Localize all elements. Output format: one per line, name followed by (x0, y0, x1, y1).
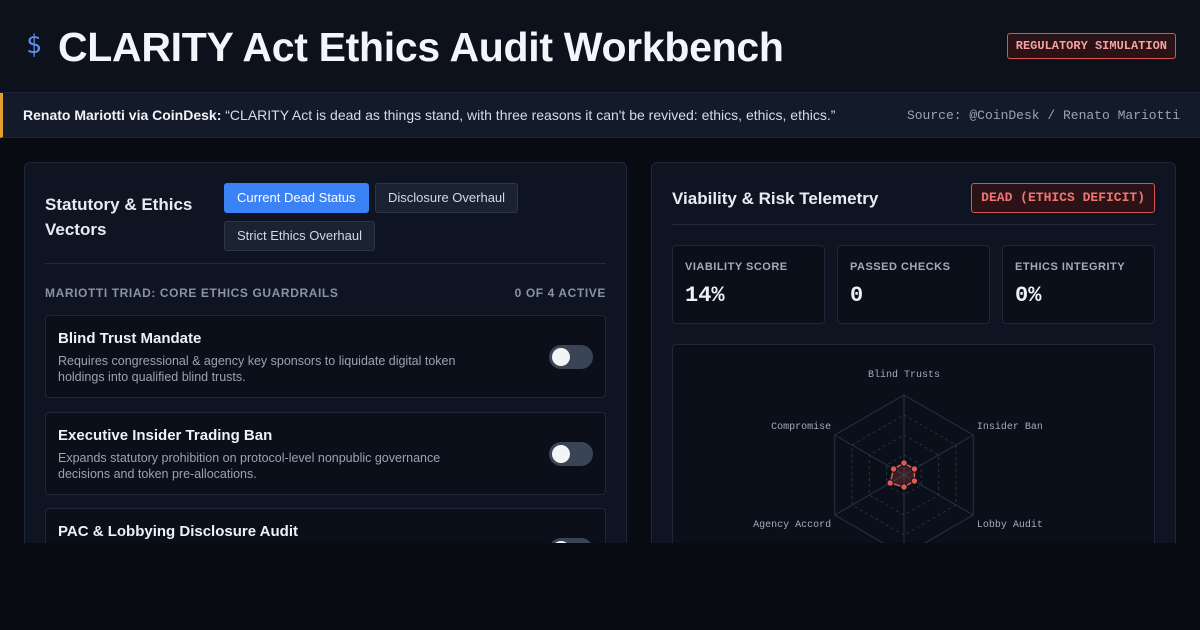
quote-banner: Renato Mariotti via CoinDesk: “CLARITY A… (0, 93, 1200, 138)
quote-source: Source: @CoinDesk / Renato Mariotti (906, 108, 1180, 123)
simulation-badge: REGULATORY SIMULATION (1006, 33, 1176, 59)
metric-value: 14% (685, 283, 725, 308)
metric-viability-score: VIABILITY SCORE 14% (672, 245, 825, 324)
panel-title: Viability & Risk Telemetry (672, 189, 879, 208)
preset-disclosure-overhaul-button[interactable]: Disclosure Overhaul (375, 183, 519, 213)
radar-axis-label: Blind Trusts (868, 369, 940, 381)
guardrail-title: Executive Insider Trading Ban (58, 427, 273, 444)
radar-chart: Blind TrustsInsider BanLobby AuditRecusa… (672, 344, 1155, 564)
status-badge: DEAD (ETHICS DEFICIT) (971, 183, 1155, 213)
dollar-icon: $ (26, 30, 42, 60)
radar-data-point (910, 477, 919, 485)
radar-data-point (900, 459, 908, 467)
metric-ethics-integrity: ETHICS INTEGRITY 0% (1002, 245, 1155, 324)
preset-current-dead-status-button[interactable]: Current Dead Status (224, 183, 369, 213)
panel-title: Statutory & Ethics Vectors (45, 195, 193, 239)
radar-axis-label: Lobby Audit (977, 519, 1043, 531)
radar-data-point (889, 465, 898, 473)
telemetry-panel: Viability & Risk Telemetry DEAD (ETHICS … (651, 162, 1176, 564)
radar-axis-label: Compromise (771, 421, 831, 433)
radar-axis-label: Insider Ban (977, 421, 1043, 433)
insider-trading-ban-toggle[interactable] (549, 442, 593, 466)
radar-data-point (886, 479, 894, 487)
active-count: 0 OF 4 ACTIVE (514, 286, 606, 300)
radar-axis-label: Agency Accord (753, 519, 831, 531)
toggle-knob (552, 348, 570, 366)
divider (45, 263, 606, 264)
radar-svg: Blind TrustsInsider BanLobby AuditRecusa… (753, 369, 1043, 556)
ethics-vectors-panel: Statutory & Ethics Vectors Current Dead … (24, 162, 627, 591)
divider (672, 224, 1155, 225)
quote-author: Renato Mariotti via CoinDesk: (23, 107, 222, 123)
blind-trust-toggle[interactable] (549, 345, 593, 369)
radar-data-point (910, 465, 919, 473)
metric-label: ETHICS INTEGRITY (1015, 261, 1126, 273)
guardrail-description: Requires congressional & agency key spon… (58, 354, 456, 384)
metric-label: PASSED CHECKS (850, 261, 951, 273)
guardrail-title: Blind Trust Mandate (58, 330, 202, 347)
app-root: $ CLARITY Act Ethics Audit Workbench REG… (0, 0, 1200, 630)
quote-body: “CLARITY Act is dead as things stand, wi… (225, 107, 836, 123)
preset-strict-ethics-overhaul-button[interactable]: Strict Ethics Overhaul (224, 221, 375, 251)
metric-passed-checks: PASSED CHECKS 0 (837, 245, 990, 324)
metric-label: VIABILITY SCORE (685, 261, 788, 273)
guardrail-description: Expands statutory prohibition on protoco… (58, 451, 441, 481)
app-header: $ CLARITY Act Ethics Audit Workbench REG… (0, 0, 1200, 93)
viewport-cutoff (0, 543, 1200, 630)
radar-data-point (900, 483, 908, 491)
quote-text: Renato Mariotti via CoinDesk: “CLARITY A… (23, 107, 835, 123)
guardrail-card-insider-trading-ban: Executive Insider Trading Ban Expands st… (45, 412, 606, 495)
guardrail-card-blind-trust: Blind Trust Mandate Requires congression… (45, 315, 606, 398)
guardrail-title: PAC & Lobbying Disclosure Audit (58, 523, 299, 540)
metric-value: 0% (1015, 283, 1042, 308)
toggle-knob (552, 445, 570, 463)
metric-value: 0 (850, 283, 864, 308)
section-label: MARIOTTI TRIAD: CORE ETHICS GUARDRAILS (45, 286, 339, 300)
page-title: CLARITY Act Ethics Audit Workbench (58, 24, 784, 70)
